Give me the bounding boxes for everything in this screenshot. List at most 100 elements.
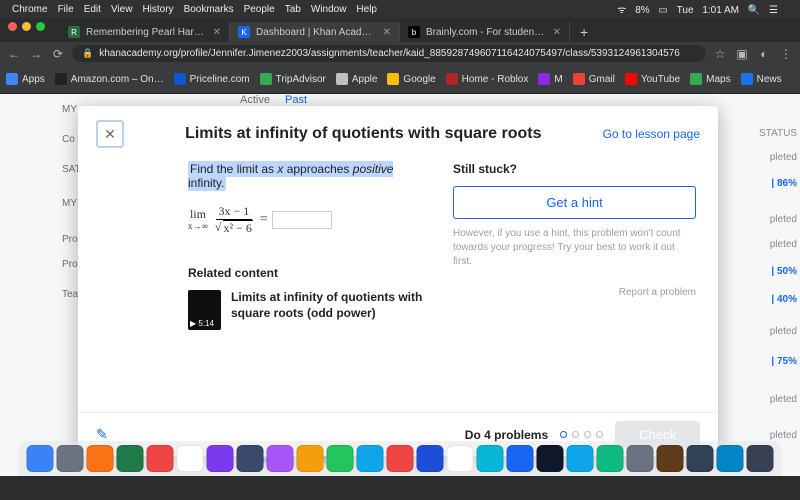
dock-app-icon[interactable] (597, 445, 624, 472)
close-modal-button[interactable]: ✕ (96, 120, 124, 148)
dock-app-icon[interactable] (27, 445, 54, 472)
bookmark-star-icon[interactable]: ☆ (712, 46, 728, 62)
menubar-item[interactable]: File (58, 4, 74, 15)
related-video-title[interactable]: Limits at infinity of quotients with squ… (231, 290, 431, 330)
mac-dock[interactable] (19, 441, 782, 476)
menubar-item[interactable]: Edit (84, 4, 101, 15)
chrome-menu-icon[interactable]: ⋮ (778, 46, 794, 62)
browser-tab[interactable]: bBrainly.com - For students. By✕ (400, 22, 570, 42)
back-button[interactable]: ← (6, 46, 22, 62)
dock-app-icon[interactable] (57, 445, 84, 472)
bookmark-item[interactable]: TripAdvisor (260, 73, 326, 85)
dock-app-icon[interactable] (687, 445, 714, 472)
bookmark-favicon-icon (625, 73, 637, 85)
close-window-icon[interactable] (8, 22, 17, 31)
reload-button[interactable]: ⟳ (50, 46, 66, 62)
close-tab-icon[interactable]: ✕ (553, 27, 561, 38)
bookmark-item[interactable]: Amazon.com – On… (55, 73, 164, 85)
tab-active[interactable]: Active (240, 94, 270, 106)
progress-dots (560, 431, 603, 438)
answer-input[interactable] (272, 211, 332, 229)
bookmark-item[interactable]: Maps (690, 73, 730, 85)
get-hint-button[interactable]: Get a hint (453, 186, 696, 219)
browser-tab[interactable]: RRemembering Pearl Harbor vid✕ (60, 22, 230, 42)
menubar-item[interactable]: People (244, 4, 275, 15)
dock-app-icon[interactable] (147, 445, 174, 472)
assignments-tabs: Active Past (240, 94, 319, 106)
apps-button[interactable]: Apps (6, 73, 45, 85)
mac-menubar: Chrome File Edit View History Bookmarks Peopl… (0, 0, 800, 18)
bookmark-item[interactable]: YouTube (625, 73, 680, 85)
menubar-item[interactable]: View (111, 4, 133, 15)
dock-app-icon[interactable] (507, 445, 534, 472)
bookmark-favicon-icon (690, 73, 702, 85)
dock-app-icon[interactable] (567, 445, 594, 472)
menubar-status: ᯤ 8% ▭ Tue 1:01 AM 🔍 ☰ (617, 2, 784, 16)
menubar-item[interactable]: Bookmarks (184, 4, 234, 15)
assignment-row-fragment: STATUS (759, 128, 797, 139)
dock-app-icon[interactable] (417, 445, 444, 472)
wifi-icon: ᯤ (617, 5, 626, 16)
assignment-row-fragment: | 40% (771, 294, 797, 305)
assignment-row-fragment: pleted (770, 239, 797, 250)
bookmark-item[interactable]: Apple (336, 73, 378, 85)
dock-app-icon[interactable] (207, 445, 234, 472)
control-center-icon[interactable]: ☰ (769, 5, 778, 16)
menubar-time: 1:01 AM (702, 5, 739, 16)
related-video-thumb[interactable]: ▶ 5:14 (188, 290, 221, 330)
minimize-window-icon[interactable] (22, 22, 31, 31)
new-tab-button[interactable]: + (570, 24, 598, 40)
dock-app-icon[interactable] (657, 445, 684, 472)
dock-app-icon[interactable] (237, 445, 264, 472)
bookmark-item[interactable]: Google (387, 73, 435, 85)
tab-label: Brainly.com - For students. By (426, 27, 547, 38)
menubar-item[interactable]: Window (311, 4, 347, 15)
dock-app-icon[interactable] (387, 445, 414, 472)
sidebar-fragment: Pro (62, 259, 78, 270)
bookmark-item[interactable]: M (538, 73, 562, 85)
dock-app-icon[interactable] (447, 445, 474, 472)
bookmark-favicon-icon (387, 73, 399, 85)
dock-app-icon[interactable] (327, 445, 354, 472)
menubar-item[interactable]: History (142, 4, 173, 15)
forward-button[interactable]: → (28, 46, 44, 62)
dock-app-icon[interactable] (177, 445, 204, 472)
bookmarks-bar: Apps Amazon.com – On… Priceline.com TripAdv… (0, 65, 800, 94)
dock-app-icon[interactable] (297, 445, 324, 472)
dock-app-icon[interactable] (477, 445, 504, 472)
address-bar[interactable]: 🔒 khanacademy.org/profile/Jennifer.Jimen… (72, 45, 706, 62)
bookmark-item[interactable]: Gmail (573, 73, 615, 85)
bookmark-item[interactable]: Priceline.com (174, 73, 250, 85)
dock-app-icon[interactable] (627, 445, 654, 472)
menubar-item[interactable]: Help (356, 4, 377, 15)
close-tab-icon[interactable]: ✕ (213, 27, 221, 38)
battery-icon: ▭ (658, 5, 667, 16)
dock-app-icon[interactable] (267, 445, 294, 472)
bookmark-item[interactable]: News (741, 73, 782, 85)
dock-app-icon[interactable] (717, 445, 744, 472)
dock-app-icon[interactable] (357, 445, 384, 472)
browser-tab[interactable]: KDashboard | Khan Academy✕ (230, 22, 400, 42)
still-stuck-header: Still stuck? (453, 162, 696, 176)
menubar-day: Tue (677, 5, 694, 16)
maximize-window-icon[interactable] (36, 22, 45, 31)
search-icon[interactable]: 🔍 (748, 5, 760, 16)
assignment-row-fragment: pleted (770, 394, 797, 405)
dock-app-icon[interactable] (117, 445, 144, 472)
go-to-lesson-link[interactable]: Go to lesson page (603, 127, 700, 141)
menubar-app[interactable]: Chrome (12, 4, 48, 15)
report-problem-link[interactable]: Report a problem (453, 287, 696, 298)
bookmark-favicon-icon (174, 73, 186, 85)
profile-avatar[interactable]: ◐ (756, 46, 772, 62)
bookmark-item[interactable]: Home - Roblox (446, 73, 529, 85)
dock-app-icon[interactable] (747, 445, 774, 472)
dock-app-icon[interactable] (537, 445, 564, 472)
close-tab-icon[interactable]: ✕ (383, 27, 391, 38)
dock-app-icon[interactable] (87, 445, 114, 472)
menubar-item[interactable]: Tab (285, 4, 301, 15)
extensions-icon[interactable]: ▣ (734, 46, 750, 62)
sidebar-fragment: Co (62, 134, 75, 145)
progress-dot (572, 431, 579, 438)
lock-icon: 🔒 (82, 48, 93, 59)
bookmark-favicon-icon (336, 73, 348, 85)
